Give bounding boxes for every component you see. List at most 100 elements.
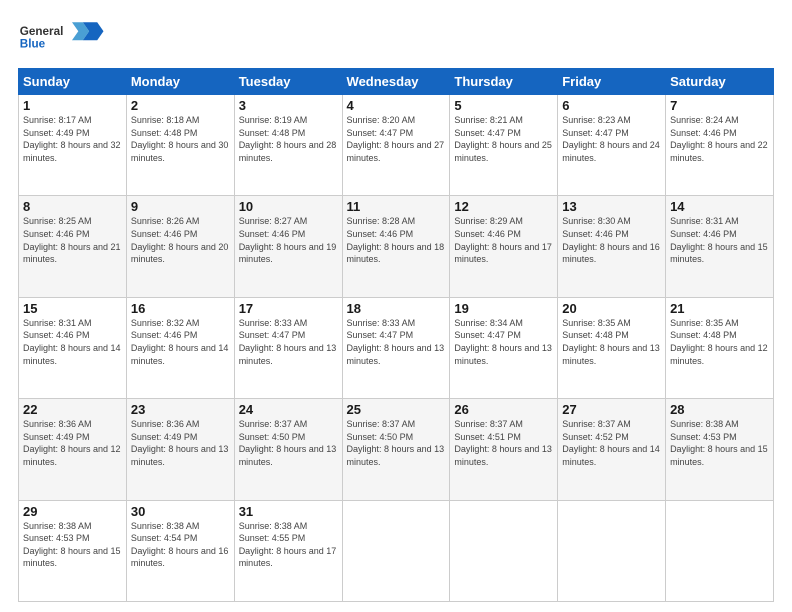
calendar-cell: 22 Sunrise: 8:36 AMSunset: 4:49 PMDaylig… xyxy=(19,399,127,500)
calendar-week-3: 15 Sunrise: 8:31 AMSunset: 4:46 PMDaylig… xyxy=(19,297,774,398)
day-info: Sunrise: 8:26 AMSunset: 4:46 PMDaylight:… xyxy=(131,216,229,264)
calendar-cell: 4 Sunrise: 8:20 AMSunset: 4:47 PMDayligh… xyxy=(342,95,450,196)
day-info: Sunrise: 8:38 AMSunset: 4:55 PMDaylight:… xyxy=(239,521,337,569)
day-number: 28 xyxy=(670,402,769,417)
calendar-cell xyxy=(666,500,774,601)
calendar-cell: 13 Sunrise: 8:30 AMSunset: 4:46 PMDaylig… xyxy=(558,196,666,297)
day-info: Sunrise: 8:38 AMSunset: 4:53 PMDaylight:… xyxy=(670,419,768,467)
day-info: Sunrise: 8:37 AMSunset: 4:52 PMDaylight:… xyxy=(562,419,660,467)
day-number: 14 xyxy=(670,199,769,214)
day-number: 21 xyxy=(670,301,769,316)
day-info: Sunrise: 8:37 AMSunset: 4:50 PMDaylight:… xyxy=(239,419,337,467)
day-info: Sunrise: 8:31 AMSunset: 4:46 PMDaylight:… xyxy=(670,216,768,264)
day-info: Sunrise: 8:38 AMSunset: 4:54 PMDaylight:… xyxy=(131,521,229,569)
weekday-header-tuesday: Tuesday xyxy=(234,69,342,95)
day-number: 17 xyxy=(239,301,338,316)
day-number: 16 xyxy=(131,301,230,316)
day-number: 8 xyxy=(23,199,122,214)
day-number: 15 xyxy=(23,301,122,316)
day-number: 7 xyxy=(670,98,769,113)
day-info: Sunrise: 8:32 AMSunset: 4:46 PMDaylight:… xyxy=(131,318,229,366)
calendar-cell: 21 Sunrise: 8:35 AMSunset: 4:48 PMDaylig… xyxy=(666,297,774,398)
calendar-cell: 28 Sunrise: 8:38 AMSunset: 4:53 PMDaylig… xyxy=(666,399,774,500)
weekday-header-saturday: Saturday xyxy=(666,69,774,95)
calendar-cell: 25 Sunrise: 8:37 AMSunset: 4:50 PMDaylig… xyxy=(342,399,450,500)
day-number: 11 xyxy=(347,199,446,214)
calendar-cell: 10 Sunrise: 8:27 AMSunset: 4:46 PMDaylig… xyxy=(234,196,342,297)
calendar-cell: 29 Sunrise: 8:38 AMSunset: 4:53 PMDaylig… xyxy=(19,500,127,601)
weekday-header-row: SundayMondayTuesdayWednesdayThursdayFrid… xyxy=(19,69,774,95)
day-info: Sunrise: 8:35 AMSunset: 4:48 PMDaylight:… xyxy=(670,318,768,366)
day-number: 30 xyxy=(131,504,230,519)
calendar-cell: 23 Sunrise: 8:36 AMSunset: 4:49 PMDaylig… xyxy=(126,399,234,500)
day-info: Sunrise: 8:37 AMSunset: 4:51 PMDaylight:… xyxy=(454,419,552,467)
calendar-cell: 12 Sunrise: 8:29 AMSunset: 4:46 PMDaylig… xyxy=(450,196,558,297)
day-number: 3 xyxy=(239,98,338,113)
day-info: Sunrise: 8:33 AMSunset: 4:47 PMDaylight:… xyxy=(239,318,337,366)
day-info: Sunrise: 8:35 AMSunset: 4:48 PMDaylight:… xyxy=(562,318,660,366)
day-number: 25 xyxy=(347,402,446,417)
day-number: 23 xyxy=(131,402,230,417)
calendar-cell: 15 Sunrise: 8:31 AMSunset: 4:46 PMDaylig… xyxy=(19,297,127,398)
calendar-cell: 7 Sunrise: 8:24 AMSunset: 4:46 PMDayligh… xyxy=(666,95,774,196)
day-info: Sunrise: 8:19 AMSunset: 4:48 PMDaylight:… xyxy=(239,115,337,163)
calendar-cell: 27 Sunrise: 8:37 AMSunset: 4:52 PMDaylig… xyxy=(558,399,666,500)
day-info: Sunrise: 8:30 AMSunset: 4:46 PMDaylight:… xyxy=(562,216,660,264)
weekday-header-wednesday: Wednesday xyxy=(342,69,450,95)
day-info: Sunrise: 8:20 AMSunset: 4:47 PMDaylight:… xyxy=(347,115,445,163)
day-number: 5 xyxy=(454,98,553,113)
day-info: Sunrise: 8:23 AMSunset: 4:47 PMDaylight:… xyxy=(562,115,660,163)
day-number: 22 xyxy=(23,402,122,417)
day-info: Sunrise: 8:27 AMSunset: 4:46 PMDaylight:… xyxy=(239,216,337,264)
calendar-cell xyxy=(558,500,666,601)
calendar-cell: 16 Sunrise: 8:32 AMSunset: 4:46 PMDaylig… xyxy=(126,297,234,398)
logo: General Blue xyxy=(18,15,108,60)
calendar-cell: 3 Sunrise: 8:19 AMSunset: 4:48 PMDayligh… xyxy=(234,95,342,196)
calendar-cell: 6 Sunrise: 8:23 AMSunset: 4:47 PMDayligh… xyxy=(558,95,666,196)
day-number: 4 xyxy=(347,98,446,113)
day-number: 13 xyxy=(562,199,661,214)
weekday-header-thursday: Thursday xyxy=(450,69,558,95)
weekday-header-monday: Monday xyxy=(126,69,234,95)
calendar-cell: 19 Sunrise: 8:34 AMSunset: 4:47 PMDaylig… xyxy=(450,297,558,398)
calendar-week-5: 29 Sunrise: 8:38 AMSunset: 4:53 PMDaylig… xyxy=(19,500,774,601)
calendar-cell: 1 Sunrise: 8:17 AMSunset: 4:49 PMDayligh… xyxy=(19,95,127,196)
day-info: Sunrise: 8:36 AMSunset: 4:49 PMDaylight:… xyxy=(23,419,121,467)
day-info: Sunrise: 8:24 AMSunset: 4:46 PMDaylight:… xyxy=(670,115,768,163)
calendar-cell: 20 Sunrise: 8:35 AMSunset: 4:48 PMDaylig… xyxy=(558,297,666,398)
calendar-cell: 26 Sunrise: 8:37 AMSunset: 4:51 PMDaylig… xyxy=(450,399,558,500)
calendar-cell: 2 Sunrise: 8:18 AMSunset: 4:48 PMDayligh… xyxy=(126,95,234,196)
day-number: 1 xyxy=(23,98,122,113)
day-number: 24 xyxy=(239,402,338,417)
calendar-cell: 14 Sunrise: 8:31 AMSunset: 4:46 PMDaylig… xyxy=(666,196,774,297)
svg-text:General: General xyxy=(20,25,64,38)
day-info: Sunrise: 8:37 AMSunset: 4:50 PMDaylight:… xyxy=(347,419,445,467)
calendar-week-1: 1 Sunrise: 8:17 AMSunset: 4:49 PMDayligh… xyxy=(19,95,774,196)
day-info: Sunrise: 8:28 AMSunset: 4:46 PMDaylight:… xyxy=(347,216,445,264)
logo-svg: General Blue xyxy=(18,15,108,60)
calendar-cell: 18 Sunrise: 8:33 AMSunset: 4:47 PMDaylig… xyxy=(342,297,450,398)
day-info: Sunrise: 8:31 AMSunset: 4:46 PMDaylight:… xyxy=(23,318,121,366)
day-info: Sunrise: 8:34 AMSunset: 4:47 PMDaylight:… xyxy=(454,318,552,366)
calendar-cell: 9 Sunrise: 8:26 AMSunset: 4:46 PMDayligh… xyxy=(126,196,234,297)
calendar-cell: 24 Sunrise: 8:37 AMSunset: 4:50 PMDaylig… xyxy=(234,399,342,500)
day-info: Sunrise: 8:18 AMSunset: 4:48 PMDaylight:… xyxy=(131,115,229,163)
calendar-cell: 11 Sunrise: 8:28 AMSunset: 4:46 PMDaylig… xyxy=(342,196,450,297)
weekday-header-friday: Friday xyxy=(558,69,666,95)
calendar-week-4: 22 Sunrise: 8:36 AMSunset: 4:49 PMDaylig… xyxy=(19,399,774,500)
weekday-header-sunday: Sunday xyxy=(19,69,127,95)
calendar-cell: 31 Sunrise: 8:38 AMSunset: 4:55 PMDaylig… xyxy=(234,500,342,601)
day-number: 29 xyxy=(23,504,122,519)
day-number: 27 xyxy=(562,402,661,417)
day-info: Sunrise: 8:38 AMSunset: 4:53 PMDaylight:… xyxy=(23,521,121,569)
header: General Blue xyxy=(18,15,774,60)
svg-text:Blue: Blue xyxy=(20,37,46,50)
calendar-cell: 17 Sunrise: 8:33 AMSunset: 4:47 PMDaylig… xyxy=(234,297,342,398)
calendar-week-2: 8 Sunrise: 8:25 AMSunset: 4:46 PMDayligh… xyxy=(19,196,774,297)
day-info: Sunrise: 8:21 AMSunset: 4:47 PMDaylight:… xyxy=(454,115,552,163)
day-number: 6 xyxy=(562,98,661,113)
calendar-cell xyxy=(450,500,558,601)
day-number: 19 xyxy=(454,301,553,316)
day-info: Sunrise: 8:17 AMSunset: 4:49 PMDaylight:… xyxy=(23,115,121,163)
day-number: 2 xyxy=(131,98,230,113)
